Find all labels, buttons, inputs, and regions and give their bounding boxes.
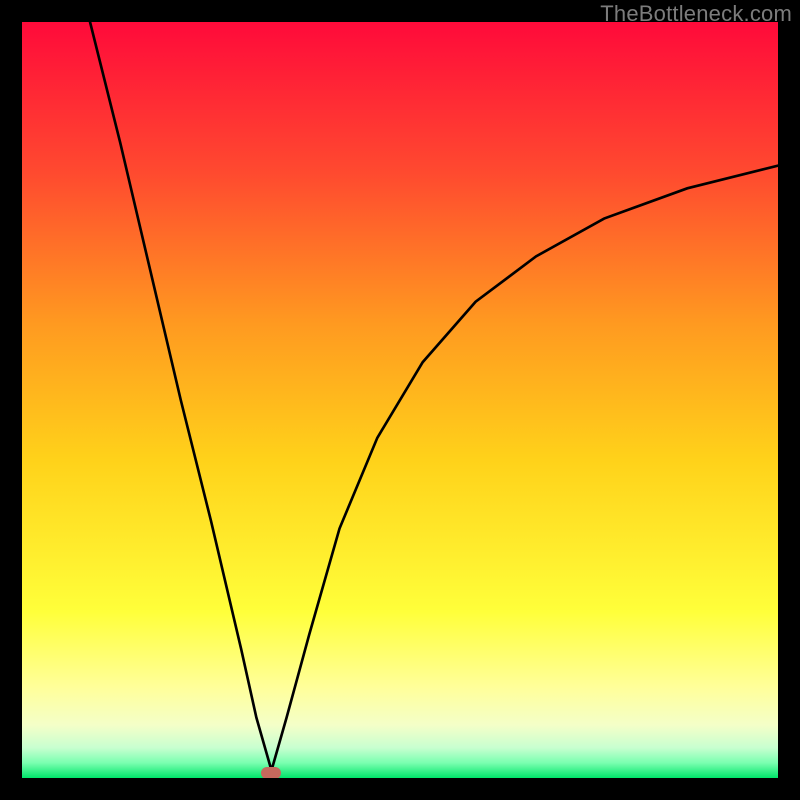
attribution-label: TheBottleneck.com	[600, 1, 792, 27]
bottleneck-curve	[22, 22, 778, 778]
plot-area	[22, 22, 778, 778]
optimal-marker	[261, 767, 281, 778]
chart-frame: TheBottleneck.com	[0, 0, 800, 800]
